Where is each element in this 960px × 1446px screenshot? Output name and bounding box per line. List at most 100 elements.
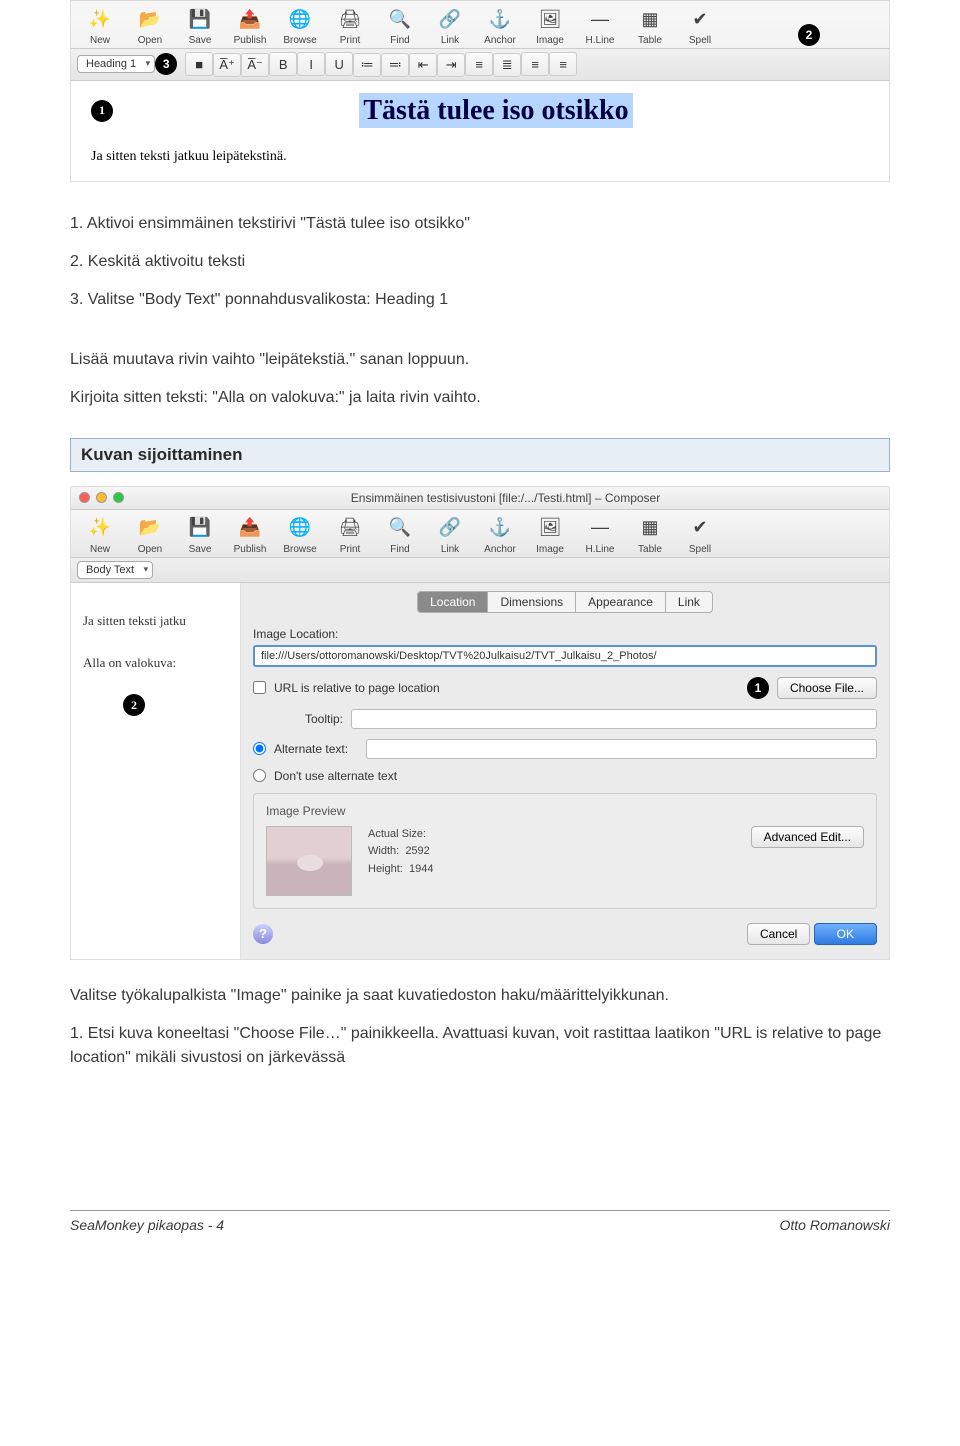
instruction-para-4: Valitse työkalupalkista "Image" painike …: [70, 984, 890, 1008]
find-button[interactable]: 🔍Find: [377, 514, 423, 555]
print-button[interactable]: 🖨Print: [327, 5, 373, 46]
format-button-11[interactable]: ≣: [493, 53, 521, 77]
paragraph-style-select[interactable]: Heading 1: [77, 55, 155, 73]
no-alternate-text-label: Don't use alternate text: [274, 769, 397, 783]
dialog-tabs: LocationDimensionsAppearanceLink: [253, 591, 877, 613]
doc-line-1: Ja sitten teksti jatku: [83, 613, 228, 629]
image-button[interactable]: 🖼Image: [527, 514, 573, 555]
save-button[interactable]: 💾Save: [177, 514, 223, 555]
hline-button[interactable]: —H.Line: [577, 5, 623, 46]
page-footer: SeaMonkey pikaopas - 4 Otto Romanowski: [70, 1210, 890, 1233]
image-location-label: Image Location:: [253, 627, 877, 641]
document-area: 1 Tästä tulee iso otsikko Ja sitten teks…: [71, 81, 889, 181]
format-button-4[interactable]: I: [297, 52, 325, 76]
find-button[interactable]: 🔍Find: [377, 5, 423, 46]
url-relative-label: URL is relative to page location: [274, 681, 739, 695]
spell-button[interactable]: ✔Spell: [677, 5, 723, 46]
doc-line-2: Alla on valokuva:: [83, 655, 228, 671]
height-label: Height:: [368, 863, 403, 875]
new-button[interactable]: ✨New: [77, 5, 123, 46]
browse-button[interactable]: 🌐Browse: [277, 514, 323, 555]
anchor-button[interactable]: ⚓Anchor: [477, 5, 523, 46]
format-button-0[interactable]: ■: [185, 52, 213, 76]
width-value: 2592: [405, 845, 429, 857]
cancel-button[interactable]: Cancel: [747, 923, 810, 945]
instruction-1: 1. Aktivoi ensimmäinen tekstirivi "Tästä…: [70, 212, 890, 236]
format-button-7[interactable]: ≕: [381, 53, 409, 77]
zoom-traffic-light[interactable]: [113, 492, 124, 503]
size-info: Actual Size: Width: 2592 Height: 1944: [368, 826, 433, 879]
tooltip-label: Tooltip:: [253, 712, 343, 726]
main-toolbar: ✨New📂Open💾Save📤Publish🌐Browse🖨Print🔍Find…: [71, 1, 889, 49]
format-button-12[interactable]: ≡: [521, 52, 549, 76]
save-button[interactable]: 💾Save: [177, 5, 223, 46]
callout-marker-1: 1: [91, 100, 113, 122]
open-button[interactable]: 📂Open: [127, 514, 173, 555]
tooltip-input[interactable]: [351, 709, 877, 729]
image-preview-legend: Image Preview: [266, 804, 864, 818]
actual-size-label: Actual Size:: [368, 826, 433, 844]
footer-left: SeaMonkey pikaopas - 4: [70, 1217, 224, 1233]
format-button-6[interactable]: ≔: [353, 53, 381, 77]
image-button[interactable]: 🖼Image: [527, 5, 573, 46]
browse-button[interactable]: 🌐Browse: [277, 5, 323, 46]
no-alternate-text-radio[interactable]: [253, 769, 266, 782]
format-button-5[interactable]: U: [325, 52, 353, 76]
print-button[interactable]: 🖨Print: [327, 514, 373, 555]
instruction-3: 3. Valitse "Body Text" ponnahdusvalikost…: [70, 288, 890, 312]
width-label: Width:: [368, 845, 399, 857]
hline-button[interactable]: —H.Line: [577, 514, 623, 555]
advanced-edit-button[interactable]: Advanced Edit...: [751, 826, 864, 848]
alternate-text-input[interactable]: [366, 739, 877, 759]
anchor-button[interactable]: ⚓Anchor: [477, 514, 523, 555]
image-properties-dialog: LocationDimensionsAppearanceLink Image L…: [241, 583, 889, 959]
section-heading: Kuvan sijoittaminen: [70, 438, 890, 472]
close-traffic-light[interactable]: [79, 492, 90, 503]
help-icon[interactable]: ?: [253, 924, 273, 944]
tab-link[interactable]: Link: [666, 591, 713, 613]
new-button[interactable]: ✨New: [77, 514, 123, 555]
format-button-2[interactable]: A̅⁻: [241, 53, 269, 77]
instruction-list-1: 1. Aktivoi ensimmäinen tekstirivi "Tästä…: [70, 212, 890, 312]
choose-file-button[interactable]: Choose File...: [777, 677, 877, 699]
format-toolbar-2: Body Text: [71, 558, 889, 583]
format-button-3[interactable]: B: [269, 52, 297, 76]
callout-marker-1: 1: [747, 677, 769, 699]
image-location-input[interactable]: [253, 645, 877, 667]
format-button-13[interactable]: ≡: [549, 52, 577, 76]
table-button[interactable]: ▦Table: [627, 5, 673, 46]
link-button[interactable]: 🔗Link: [427, 514, 473, 555]
height-value: 1944: [409, 863, 433, 875]
body-paragraph: Ja sitten teksti jatkuu leipätekstinä.: [91, 149, 869, 165]
instruction-para-5: 1. Etsi kuva koneeltasi "Choose File…" p…: [70, 1022, 890, 1070]
preview-thumbnail: [266, 826, 352, 896]
document-area-2: Ja sitten teksti jatku Alla on valokuva:…: [71, 583, 241, 959]
publish-button[interactable]: 📤Publish: [227, 514, 273, 555]
editor-screenshot-1: ✨New📂Open💾Save📤Publish🌐Browse🖨Print🔍Find…: [70, 0, 890, 182]
alternate-text-label: Alternate text:: [274, 742, 358, 756]
spell-button[interactable]: ✔Spell: [677, 514, 723, 555]
format-button-1[interactable]: A̅⁺: [213, 53, 241, 77]
alternate-text-radio[interactable]: [253, 742, 266, 755]
instruction-para-2: Lisää muutava rivin vaihto "leipätekstiä…: [70, 348, 890, 372]
publish-button[interactable]: 📤Publish: [227, 5, 273, 46]
tab-appearance[interactable]: Appearance: [576, 591, 666, 613]
tab-dimensions[interactable]: Dimensions: [488, 591, 576, 613]
window-title-text: Ensimmäinen testisivustoni [file:/.../Te…: [130, 491, 881, 505]
open-button[interactable]: 📂Open: [127, 5, 173, 46]
format-button-10[interactable]: ≡: [465, 52, 493, 76]
tab-location[interactable]: Location: [417, 591, 488, 613]
editor-screenshot-2: Ensimmäinen testisivustoni [file:/.../Te…: [70, 486, 890, 960]
table-button[interactable]: ▦Table: [627, 514, 673, 555]
format-button-8[interactable]: ⇤: [409, 53, 437, 77]
url-relative-checkbox[interactable]: [253, 681, 266, 694]
link-button[interactable]: 🔗Link: [427, 5, 473, 46]
heading-text-selected[interactable]: Tästä tulee iso otsikko: [359, 93, 632, 128]
callout-marker-2: 2: [123, 694, 145, 716]
minimize-traffic-light[interactable]: [96, 492, 107, 503]
ok-button[interactable]: OK: [814, 923, 877, 945]
format-button-9[interactable]: ⇥: [437, 53, 465, 77]
instruction-2: 2. Keskitä aktivoitu teksti: [70, 250, 890, 274]
window-titlebar: Ensimmäinen testisivustoni [file:/.../Te…: [71, 487, 889, 510]
paragraph-style-select[interactable]: Body Text: [77, 561, 153, 579]
